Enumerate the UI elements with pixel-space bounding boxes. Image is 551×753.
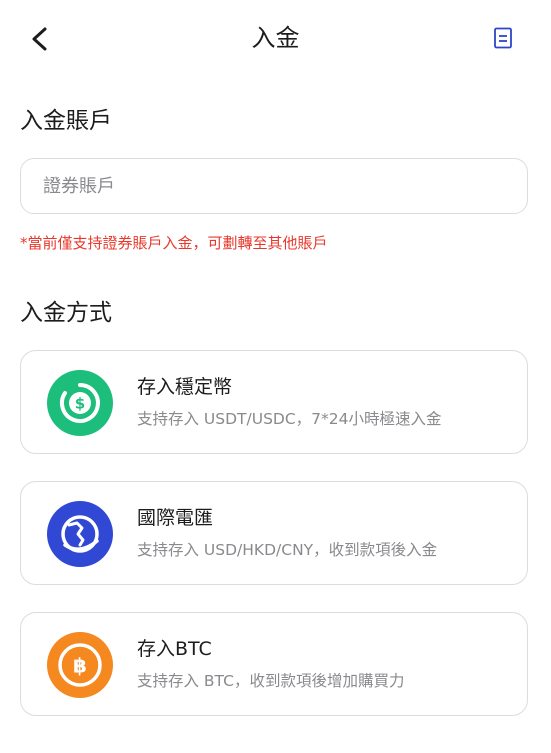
document-icon[interactable] (493, 27, 513, 49)
method-card-wire-transfer[interactable]: 國際電匯 支持存入 USD/HKD/CNY，收到款項後入金 (20, 481, 528, 585)
page-title: 入金 (251, 24, 300, 52)
account-notice: *當前僅支持證券賬戶入金，可劃轉至其他賬戶 (20, 234, 328, 252)
bitcoin-icon: ฿ (47, 632, 113, 698)
globe-transfer-icon (47, 501, 113, 567)
method-card-btc[interactable]: ฿ 存入BTC 支持存入 BTC，收到款項後增加購買力 (20, 612, 528, 716)
header-bar: 入金 (0, 0, 551, 78)
svg-text:$: $ (75, 395, 85, 413)
method-description: 支持存入 BTC，收到款項後增加購買力 (137, 672, 405, 690)
svg-text:฿: ฿ (73, 654, 87, 678)
method-description: 支持存入 USDT/USDC，7*24小時極速入金 (137, 410, 442, 428)
method-title: 國際電匯 (137, 507, 214, 529)
deposit-account-label: 入金賬戶 (20, 108, 112, 134)
stablecoin-dollar-icon: $ (47, 370, 113, 436)
deposit-method-label: 入金方式 (20, 300, 112, 326)
securities-account-field[interactable] (20, 158, 528, 214)
method-title: 存入穩定幣 (137, 376, 233, 398)
method-card-stablecoin[interactable]: $ 存入穩定幣 支持存入 USDT/USDC，7*24小時極速入金 (20, 350, 528, 454)
method-description: 支持存入 USD/HKD/CNY，收到款項後入金 (137, 541, 438, 559)
method-title: 存入BTC (137, 638, 212, 660)
